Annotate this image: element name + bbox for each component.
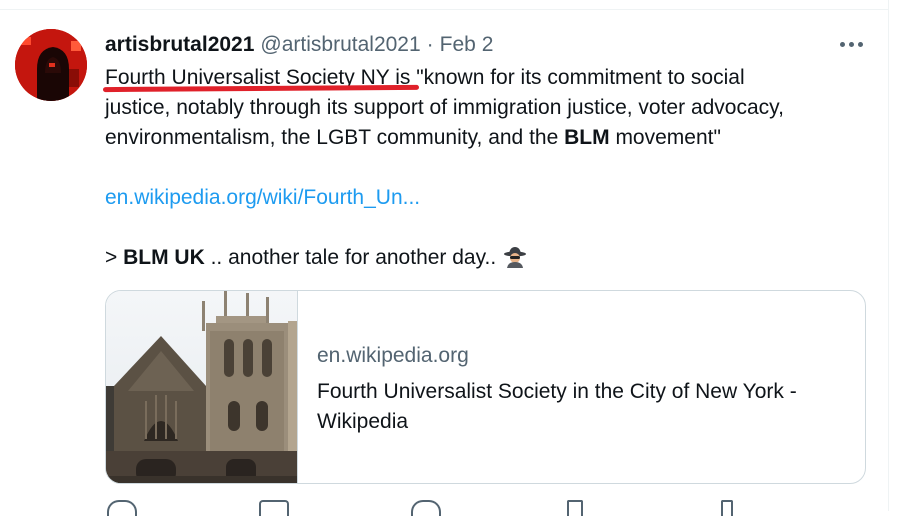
wikipedia-link[interactable]: en.wikipedia.org/wiki/Fourth_Un... [105,186,420,209]
tweet-date[interactable]: Feb 2 [440,33,494,57]
spy-emoji-icon [502,246,528,268]
card-title: Fourth Universalist Society in the City … [317,377,847,437]
bold-blm: BLM [564,126,610,149]
card-text: en.wikipedia.org Fourth Universalist Soc… [317,343,847,437]
reply-icon[interactable] [107,500,137,516]
link-preview-card[interactable]: en.wikipedia.org Fourth Universalist Soc… [105,290,866,484]
top-divider [0,0,888,10]
display-name[interactable]: artisbrutal2021 [105,33,254,57]
avatar[interactable] [15,29,87,101]
column-divider [888,0,889,511]
analytics-icon[interactable] [721,500,733,516]
tweet-line: > BLM UK .. another tale for another day… [105,243,865,273]
tweet-text-segment: environmentalism, the LGBT community, an… [105,126,565,149]
tweet-line: environmentalism, the LGBT community, an… [105,123,865,153]
share-icon[interactable] [567,500,583,516]
tweet-line: en.wikipedia.org/wiki/Fourth_Un... [105,183,865,213]
card-title-line: Fourth Universalist Society in the City … [317,380,797,403]
card-domain: en.wikipedia.org [317,344,469,367]
tweet-actions [105,500,745,516]
card-title-line: Wikipedia [317,410,409,433]
bold-blm-uk: BLM UK [123,246,205,269]
header-separator: · [426,33,434,56]
tweet-text-segment: movement" [609,126,721,149]
tweet-text: Fourth Universalist Society NY is "known… [105,63,865,273]
more-options-button[interactable] [836,32,866,56]
tweet-text-segment: .. another tale for another day.. [204,246,497,269]
retweet-icon[interactable] [259,500,289,516]
user-handle[interactable]: @artisbrutal2021 [260,33,420,57]
tweet-header: artisbrutal2021 @artisbrutal2021 · Feb 2 [105,31,493,59]
church-photo [106,291,298,483]
tweet-text-segment: > [105,246,124,269]
tweet-line: justice, notably through its support of … [105,96,784,119]
more-icon [839,41,845,47]
tweet-text-segment: is "known for its commitment to social [389,66,745,89]
like-icon[interactable] [411,500,441,516]
